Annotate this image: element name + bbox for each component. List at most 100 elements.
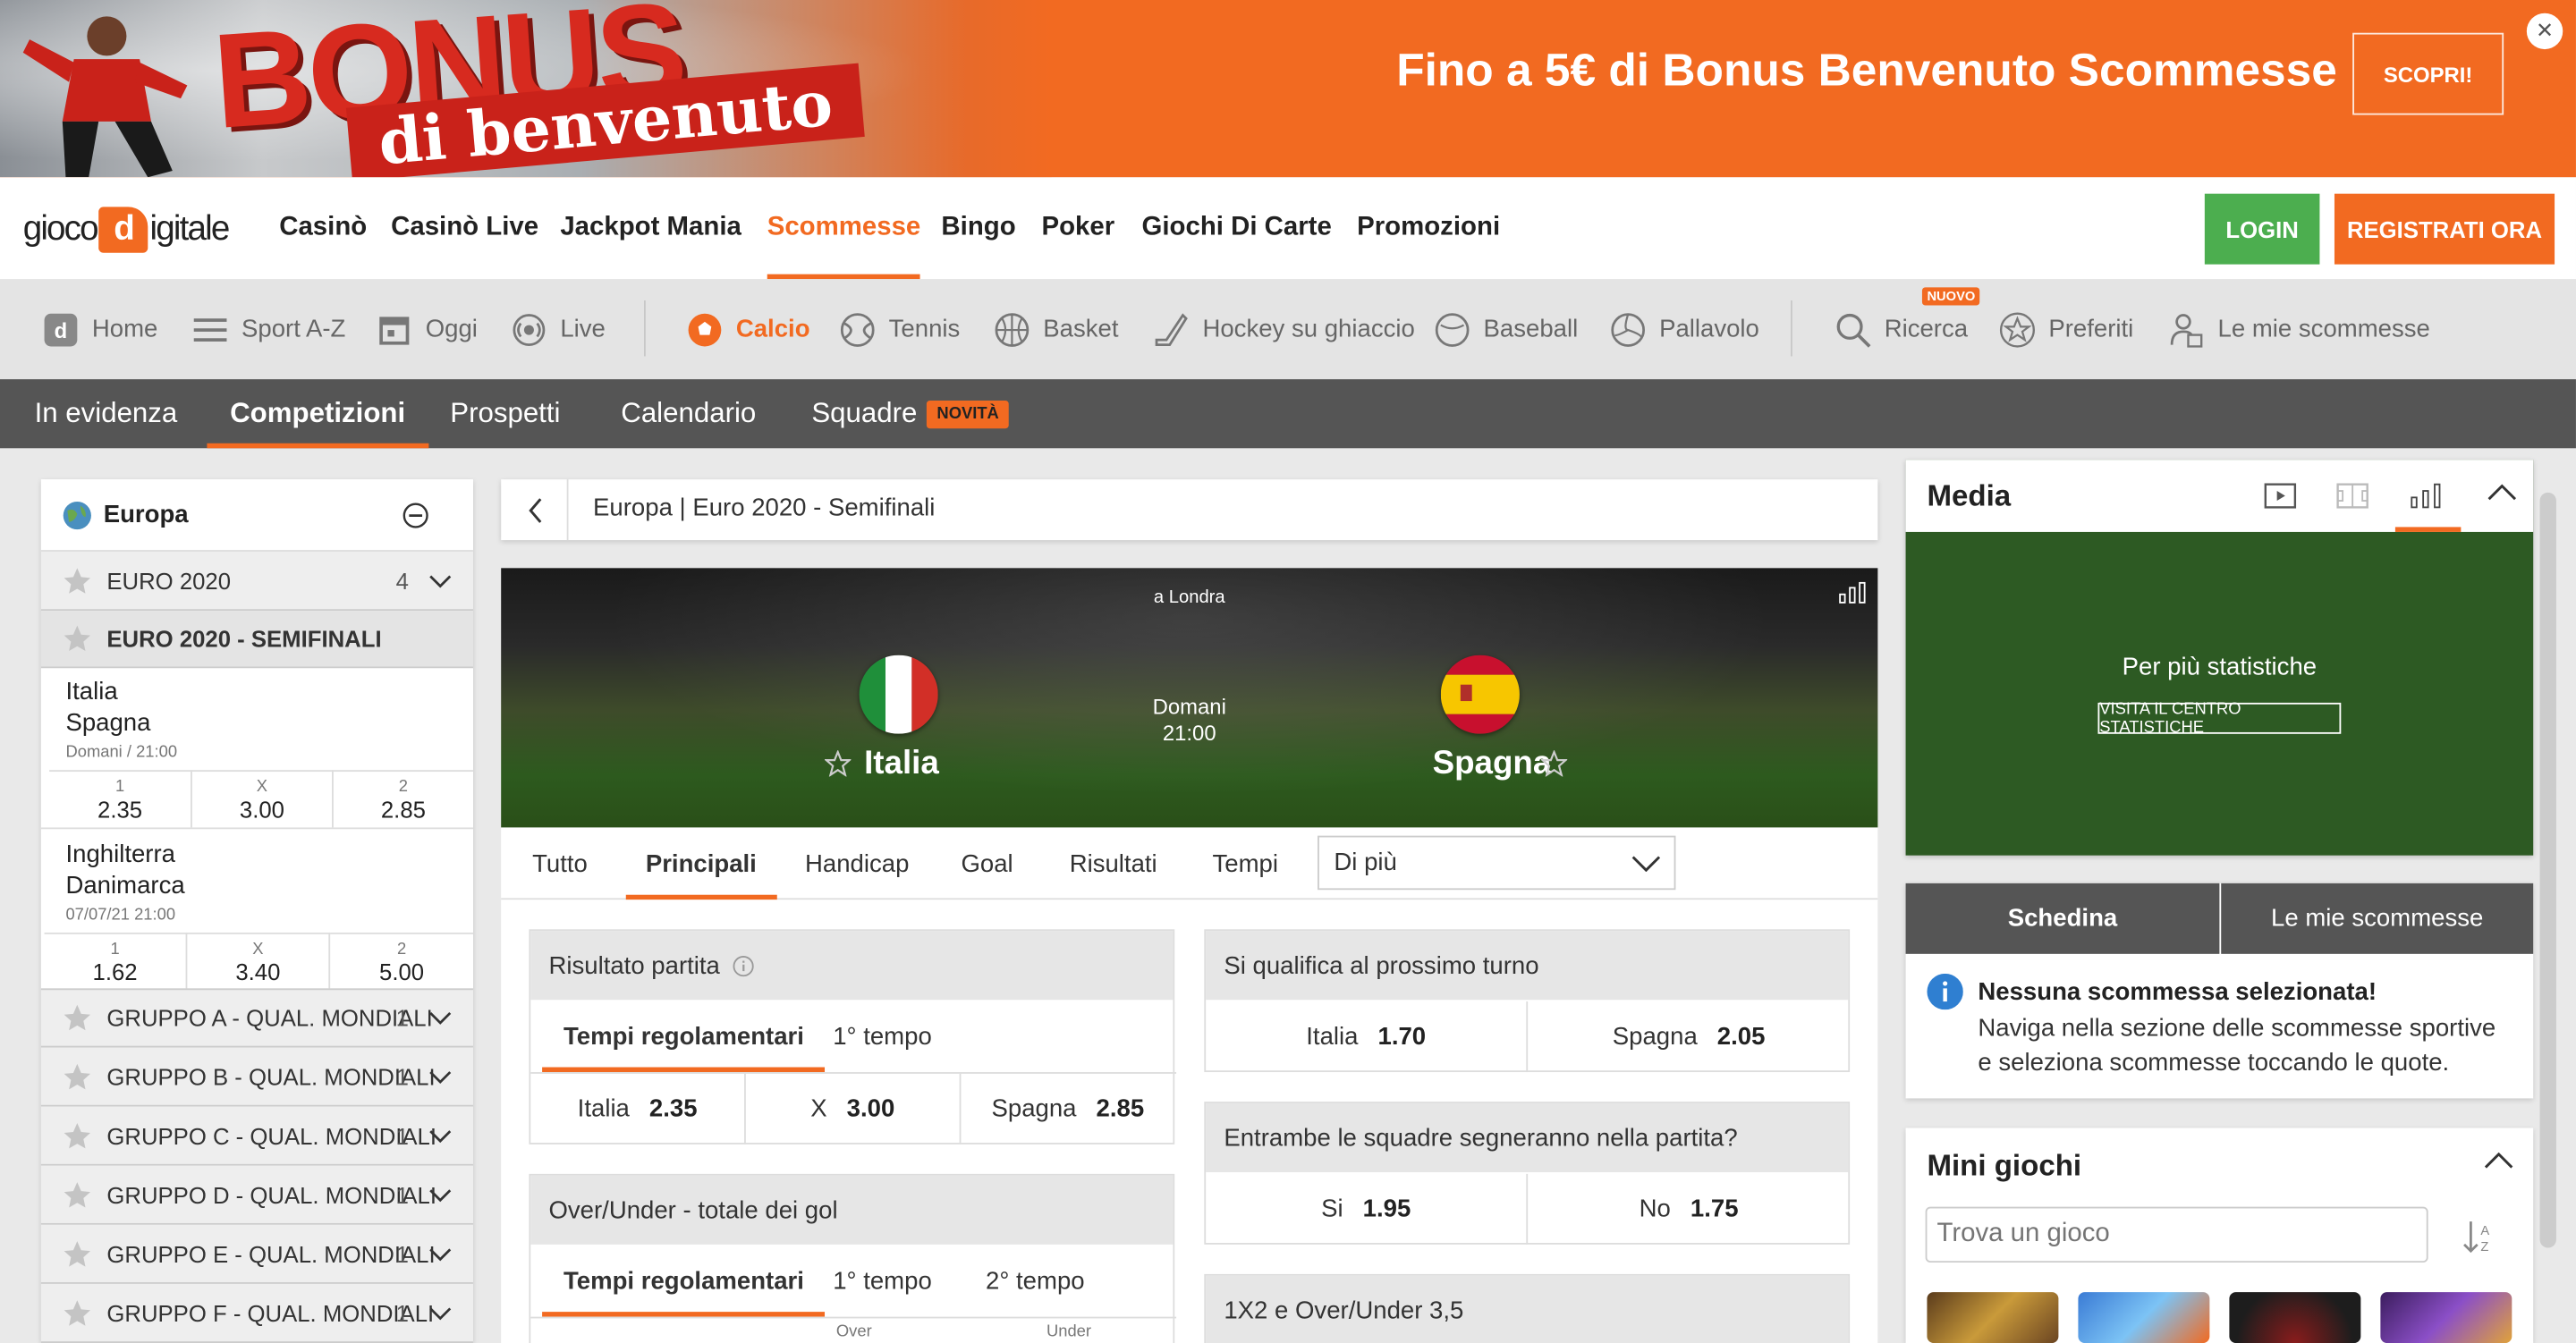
sport-live[interactable]: Live: [511, 279, 606, 379]
odds-button-x[interactable]: X 3.40: [187, 932, 331, 991]
group-f-row[interactable]: GRUPPO F - QUAL. MONDIALI 1: [40, 1283, 473, 1343]
scrollbar[interactable]: [2539, 492, 2556, 1248]
sport-oggi[interactable]: Oggi: [377, 279, 478, 379]
discover-button[interactable]: SCOPRI!: [2352, 32, 2504, 115]
info-icon[interactable]: [733, 955, 755, 976]
group-c-row[interactable]: GRUPPO C - QUAL. MONDIALI 1: [40, 1106, 473, 1166]
match-item[interactable]: Inghilterra Danimarca 07/07/21 21:00 1 1.…: [40, 827, 473, 991]
chevron-up-icon[interactable]: [2484, 1151, 2513, 1169]
tab-calendario[interactable]: Calendario: [621, 379, 756, 448]
tab-my-bets[interactable]: Le mie scommesse: [2221, 883, 2534, 954]
group-b-row[interactable]: GRUPPO B - QUAL. MONDIALI 1: [40, 1047, 473, 1107]
stats-tab[interactable]: [2394, 460, 2462, 532]
market-title-text: Risultato partita: [548, 951, 720, 980]
odds-button-1[interactable]: 1 2.35: [49, 770, 192, 828]
group-a-row[interactable]: GRUPPO A - QUAL. MONDIALI 1: [40, 988, 473, 1048]
tab-tutto[interactable]: Tutto: [532, 827, 588, 900]
match-item[interactable]: Italia Spagna Domani / 21:00 1 2.35 X 3.00…: [40, 668, 473, 828]
sport-baseball[interactable]: Baseball: [1434, 279, 1578, 379]
period-tab-regular[interactable]: Tempi regolamentari: [542, 1000, 826, 1073]
nav-bingo[interactable]: Bingo: [941, 177, 1015, 279]
tab-in-evidenza[interactable]: In evidenza: [35, 379, 178, 448]
chevron-up-icon[interactable]: [2487, 483, 2517, 501]
game-thumbnail[interactable]: [2380, 1292, 2512, 1343]
competition-euro-2020[interactable]: EURO 2020 4: [40, 551, 473, 612]
period-tab-first-half[interactable]: 1° tempo: [833, 1245, 932, 1317]
region-header[interactable]: Europa: [40, 479, 473, 552]
game-thumbnail[interactable]: [2229, 1292, 2361, 1343]
selection-button[interactable]: Italia 1.70: [1206, 1001, 1529, 1073]
nav-giochi-di-carte[interactable]: Giochi Di Carte: [1142, 177, 1332, 279]
odds-button-x[interactable]: X 3.00: [191, 770, 334, 828]
tab-prospetti[interactable]: Prospetti: [450, 379, 560, 448]
tab-risultati[interactable]: Risultati: [1070, 827, 1157, 900]
sport-basket[interactable]: Basket: [994, 279, 1119, 379]
baseball-icon: [1434, 311, 1470, 347]
sport-hockey[interactable]: Hockey su ghiaccio: [1153, 279, 1415, 379]
nav-scommesse[interactable]: Scommesse: [767, 177, 921, 280]
period-tab-regular[interactable]: Tempi regolamentari: [542, 1245, 826, 1317]
sort-az-icon[interactable]: AZ: [2462, 1218, 2496, 1254]
sport-a-z[interactable]: Sport A-Z: [192, 279, 345, 379]
collapse-icon[interactable]: [402, 503, 428, 528]
site-logo[interactable]: gioco d igitale: [23, 207, 230, 253]
tab-tempi[interactable]: Tempi: [1212, 827, 1277, 900]
calendar-icon: [377, 311, 412, 347]
nav-casino-live[interactable]: Casinò Live: [391, 177, 538, 279]
star-icon[interactable]: [63, 1120, 92, 1150]
selection-button[interactable]: Si 1.95: [1206, 1173, 1529, 1245]
period-tab-first-half[interactable]: 1° tempo: [833, 1000, 932, 1072]
sport-home[interactable]: d Home: [43, 279, 158, 379]
star-icon[interactable]: [63, 624, 92, 654]
star-icon[interactable]: [825, 750, 852, 777]
sport-pallavolo[interactable]: Pallavolo: [1610, 279, 1759, 379]
tab-competizioni[interactable]: Competizioni: [207, 379, 428, 449]
odds-button-2[interactable]: 2 5.00: [330, 932, 473, 990]
stats-centre-button[interactable]: VISITA IL CENTRO STATISTICHE: [2097, 700, 2342, 737]
star-icon[interactable]: [63, 566, 92, 595]
selection-button[interactable]: No 1.75: [1528, 1174, 1850, 1245]
nav-casino[interactable]: Casinò: [279, 177, 367, 279]
period-tab-second-half[interactable]: 2° tempo: [986, 1245, 1085, 1317]
star-icon[interactable]: [63, 1298, 92, 1328]
sport-calcio[interactable]: Calcio: [687, 279, 810, 379]
back-arrow-icon[interactable]: [528, 497, 544, 523]
game-search-input[interactable]: [1925, 1206, 2428, 1263]
tab-squadre[interactable]: Squadre NOVITÀ: [811, 379, 1009, 448]
pitch-icon[interactable]: [2336, 483, 2369, 509]
game-thumbnail[interactable]: [2078, 1292, 2210, 1343]
game-thumbnail[interactable]: [1927, 1292, 2059, 1343]
sport-tennis[interactable]: Tennis: [840, 279, 960, 379]
selection-button[interactable]: Italia 2.35: [530, 1073, 746, 1145]
star-icon[interactable]: [1540, 750, 1568, 777]
tab-schedina[interactable]: Schedina: [1905, 883, 2220, 954]
selection-button[interactable]: X 3.00: [746, 1073, 962, 1145]
odds-button-1[interactable]: 1 1.62: [44, 932, 188, 991]
nav-promozioni[interactable]: Promozioni: [1357, 177, 1500, 279]
selection-button[interactable]: Spagna 2.05: [1528, 1001, 1850, 1072]
star-icon[interactable]: [63, 1179, 92, 1209]
tab-handicap[interactable]: Handicap: [805, 827, 909, 900]
group-e-row[interactable]: GRUPPO E - QUAL. MONDIALI 1: [40, 1224, 473, 1284]
sport-my-bets[interactable]: Le mie scommesse: [2168, 279, 2430, 379]
selection-button[interactable]: Spagna 2.85: [961, 1074, 1174, 1145]
sport-preferiti[interactable]: Preferiti: [1999, 279, 2133, 379]
more-markets-select[interactable]: Di più: [1318, 835, 1676, 891]
close-icon[interactable]: ✕: [2526, 13, 2563, 50]
group-d-row[interactable]: GRUPPO D - QUAL. MONDIALI 1: [40, 1165, 473, 1225]
group-label: GRUPPO B - QUAL. MONDIALI: [106, 1062, 436, 1090]
odds-button-2[interactable]: 2 2.85: [333, 770, 473, 827]
tab-goal[interactable]: Goal: [961, 827, 1013, 900]
star-icon[interactable]: [63, 1238, 92, 1268]
star-icon[interactable]: [63, 1003, 92, 1033]
login-button[interactable]: LOGIN: [2204, 193, 2320, 265]
nav-poker[interactable]: Poker: [1041, 177, 1114, 279]
promo-banner[interactable]: BONUS di benvenuto Fino a 5€ di Bonus Be…: [0, 0, 2576, 178]
star-icon[interactable]: [63, 1061, 92, 1091]
register-button[interactable]: REGISTRATI ORA: [2334, 193, 2555, 265]
stats-icon[interactable]: [1838, 581, 1868, 604]
nav-jackpot-mania[interactable]: Jackpot Mania: [560, 177, 741, 279]
video-icon[interactable]: [2264, 483, 2297, 509]
competition-euro-2020-semifinali[interactable]: EURO 2020 - SEMIFINALI: [40, 611, 473, 669]
tab-principali[interactable]: Principali: [625, 827, 775, 900]
